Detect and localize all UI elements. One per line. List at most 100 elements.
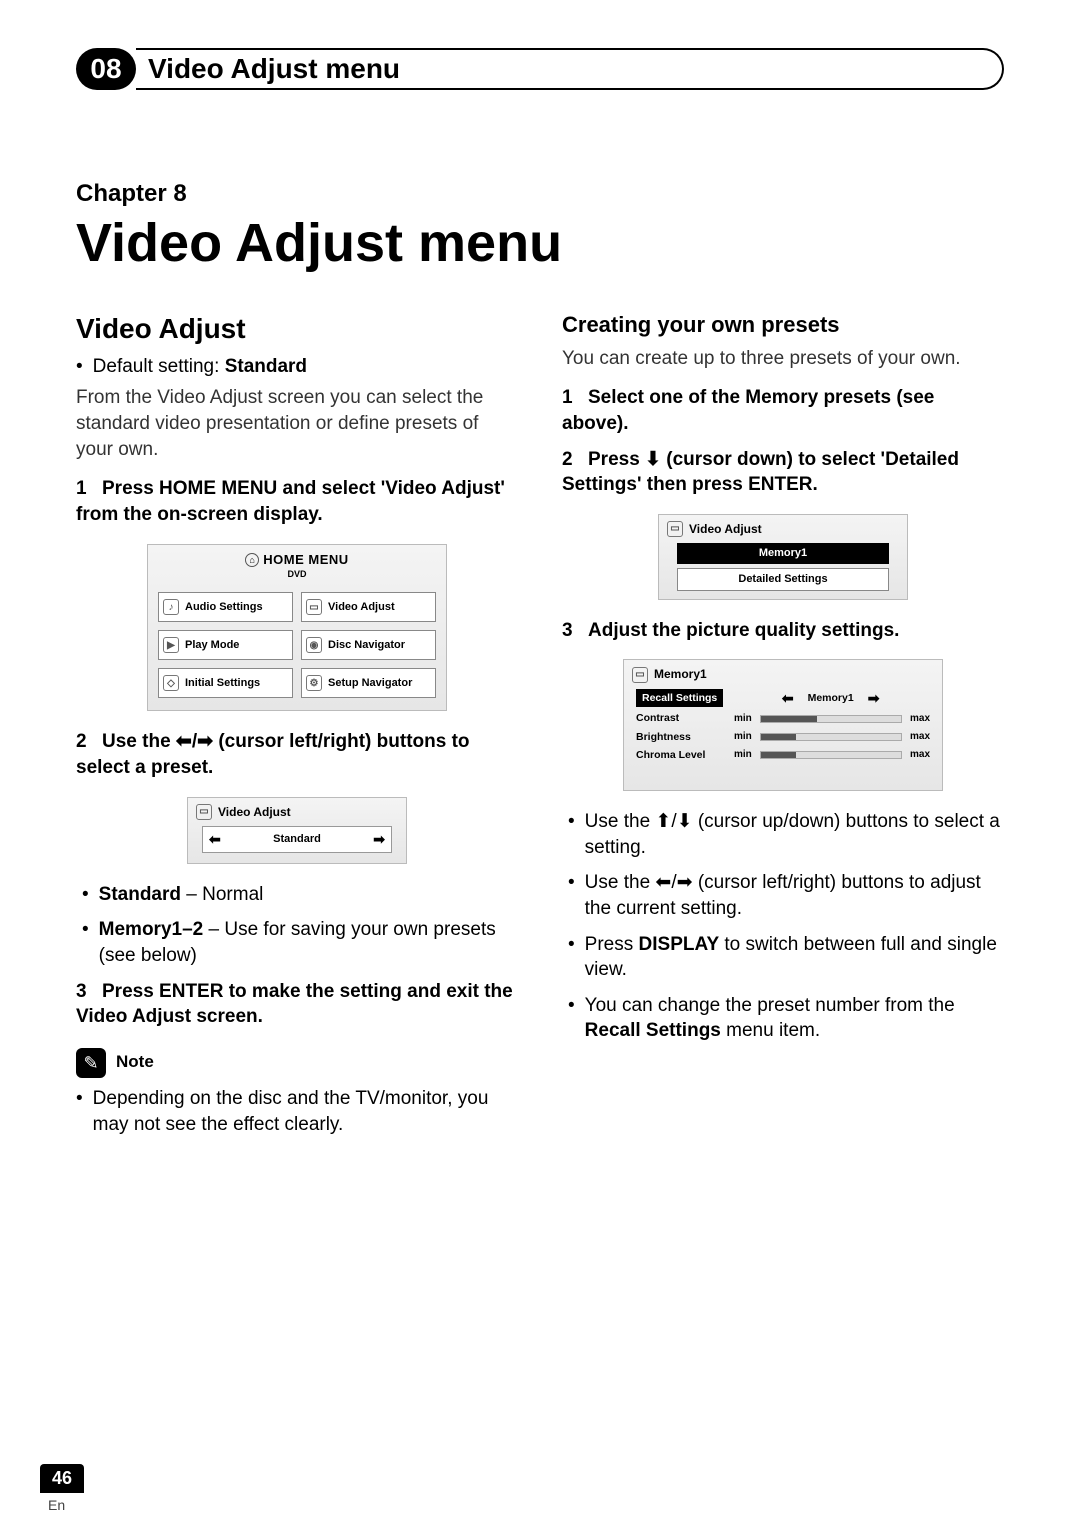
recall-label: Recall Settings [636, 689, 723, 707]
min-label: min [734, 730, 752, 744]
note-label: Note [116, 1051, 154, 1074]
va-preset-value: Standard [273, 832, 321, 847]
down-arrow-icon: ⬇ [677, 811, 693, 832]
bullet-icon [568, 809, 575, 860]
step-text: Press ENTER to make the setting and exit… [76, 981, 513, 1028]
left-arrow-icon: ⬅ [655, 872, 671, 893]
bullet-icon [568, 932, 575, 983]
max-label: max [910, 730, 930, 744]
tip-3: Press DISPLAY to switch between full and… [568, 932, 1004, 983]
va-title: ▭ Video Adjust [188, 798, 406, 822]
preset-standard: Standard – Normal [82, 882, 518, 908]
video-adjust-screenshot: ▭ Video Adjust ⬅ Standard ➡ [187, 797, 407, 864]
left-arrow-icon[interactable]: ⬅ [209, 830, 221, 849]
step-number: 1 [76, 476, 102, 502]
main-title: Video Adjust menu [76, 212, 1004, 274]
step-number: 2 [562, 447, 588, 473]
note-icon: ✎ [76, 1048, 106, 1078]
left-arrow-icon[interactable]: ⬅ [782, 689, 794, 708]
tip-2: Use the ⬅/➡ (cursor left/right) buttons … [568, 870, 1004, 921]
chapter-label: Chapter 8 [76, 180, 1004, 208]
min-label: min [734, 748, 752, 762]
home-menu-title: ⌂HOME MENU [148, 545, 446, 569]
left-column: Video Adjust Default setting: Standard F… [76, 310, 518, 1143]
menu-video-adjust[interactable]: ▭Video Adjust [301, 592, 436, 622]
right-arrow-icon: ➡ [197, 731, 213, 752]
default-setting-row: Default setting: Standard [76, 354, 518, 380]
step-text: Adjust the picture quality settings. [588, 620, 899, 641]
chroma-row[interactable]: Chroma Level min max [624, 746, 942, 764]
bullet-icon [82, 882, 89, 908]
home-menu-sub: DVD [148, 568, 446, 586]
step-number: 3 [562, 618, 588, 644]
video-adjust-detailed-screenshot: ▭ Video Adjust Memory1 Detailed Settings [658, 514, 908, 600]
mem-title: ▭ Memory1 [624, 660, 942, 686]
page-language: En [48, 1497, 65, 1513]
video-icon: ▭ [306, 599, 322, 615]
video-icon: ▭ [632, 667, 648, 683]
bullet-icon [76, 354, 83, 380]
step-2: 2Press ⬇ (cursor down) to select 'Detail… [562, 447, 1004, 498]
intro-text: From the Video Adjust screen you can sel… [76, 385, 518, 462]
va-preset-selector[interactable]: ⬅ Standard ➡ [202, 826, 392, 853]
min-label: min [734, 712, 752, 726]
note-heading: ✎ Note [76, 1048, 518, 1078]
contrast-slider[interactable] [760, 715, 902, 723]
intro-text: You can create up to three presets of yo… [562, 346, 1004, 372]
preset-desc: – Normal [181, 884, 263, 905]
va-memory-row[interactable]: Memory1 [677, 543, 889, 564]
right-arrow-icon[interactable]: ➡ [868, 689, 880, 708]
menu-disc-navigator[interactable]: ◉Disc Navigator [301, 630, 436, 660]
right-arrow-icon: ➡ [677, 872, 693, 893]
step-2: 2Use the ⬅/➡ (cursor left/right) buttons… [76, 729, 518, 780]
down-arrow-icon: ⬇ [645, 449, 661, 470]
brightness-row[interactable]: Brightness min max [624, 728, 942, 746]
right-arrow-icon[interactable]: ➡ [373, 830, 385, 849]
step-3: 3Press ENTER to make the setting and exi… [76, 979, 518, 1030]
step-3: 3Adjust the picture quality settings. [562, 618, 1004, 644]
bullet-icon [76, 1086, 83, 1137]
recall-settings-row[interactable]: Recall Settings ⬅ Memory1 ➡ [624, 687, 942, 710]
recall-value: Memory1 [808, 691, 854, 705]
va-title: ▭ Video Adjust [659, 515, 907, 539]
setting-label: Contrast [636, 711, 726, 725]
subsection-heading: Creating your own presets [562, 310, 1004, 340]
note-text: Depending on the disc and the TV/monitor… [93, 1086, 518, 1137]
note-text-row: Depending on the disc and the TV/monitor… [76, 1086, 518, 1137]
step-text: Select one of the Memory presets (see ab… [562, 387, 934, 434]
bullet-icon [568, 870, 575, 921]
video-icon: ▭ [196, 804, 212, 820]
page-header: 08 Video Adjust menu [76, 48, 1004, 90]
setting-label: Brightness [636, 730, 726, 744]
preset-label: Memory1–2 [99, 919, 204, 940]
contrast-row[interactable]: Contrast min max [624, 709, 942, 727]
step-text: Press HOME MENU and select 'Video Adjust… [76, 478, 505, 525]
tip-4: You can change the preset number from th… [568, 993, 1004, 1044]
settings-icon: ◇ [163, 675, 179, 691]
menu-play-mode[interactable]: ▶Play Mode [158, 630, 293, 660]
disc-icon: ◉ [306, 637, 322, 653]
menu-setup-navigator[interactable]: ⚙Setup Navigator [301, 668, 436, 698]
default-prefix: Default setting: [93, 356, 225, 377]
up-arrow-icon: ⬆ [655, 811, 671, 832]
chapter-number-pill: 08 [76, 48, 136, 90]
tip-1: Use the ⬆/⬇ (cursor up/down) buttons to … [568, 809, 1004, 860]
brightness-slider[interactable] [760, 733, 902, 741]
menu-initial-settings[interactable]: ◇Initial Settings [158, 668, 293, 698]
section-heading: Video Adjust [76, 310, 518, 348]
page-number: 46 [40, 1464, 84, 1493]
va-detailed-row[interactable]: Detailed Settings [677, 568, 889, 591]
preset-memory: Memory1–2 – Use for saving your own pres… [82, 917, 518, 968]
setup-icon: ⚙ [306, 675, 322, 691]
home-menu-screenshot: ⌂HOME MENU DVD ♪Audio Settings ▭Video Ad… [147, 544, 447, 712]
left-arrow-icon: ⬅ [176, 731, 192, 752]
chroma-slider[interactable] [760, 751, 902, 759]
max-label: max [910, 748, 930, 762]
preset-label: Standard [99, 884, 181, 905]
play-icon: ▶ [163, 637, 179, 653]
menu-audio-settings[interactable]: ♪Audio Settings [158, 592, 293, 622]
max-label: max [910, 712, 930, 726]
setting-label: Chroma Level [636, 748, 726, 762]
header-title: Video Adjust menu [148, 53, 400, 85]
step-1: 1Press HOME MENU and select 'Video Adjus… [76, 476, 518, 527]
